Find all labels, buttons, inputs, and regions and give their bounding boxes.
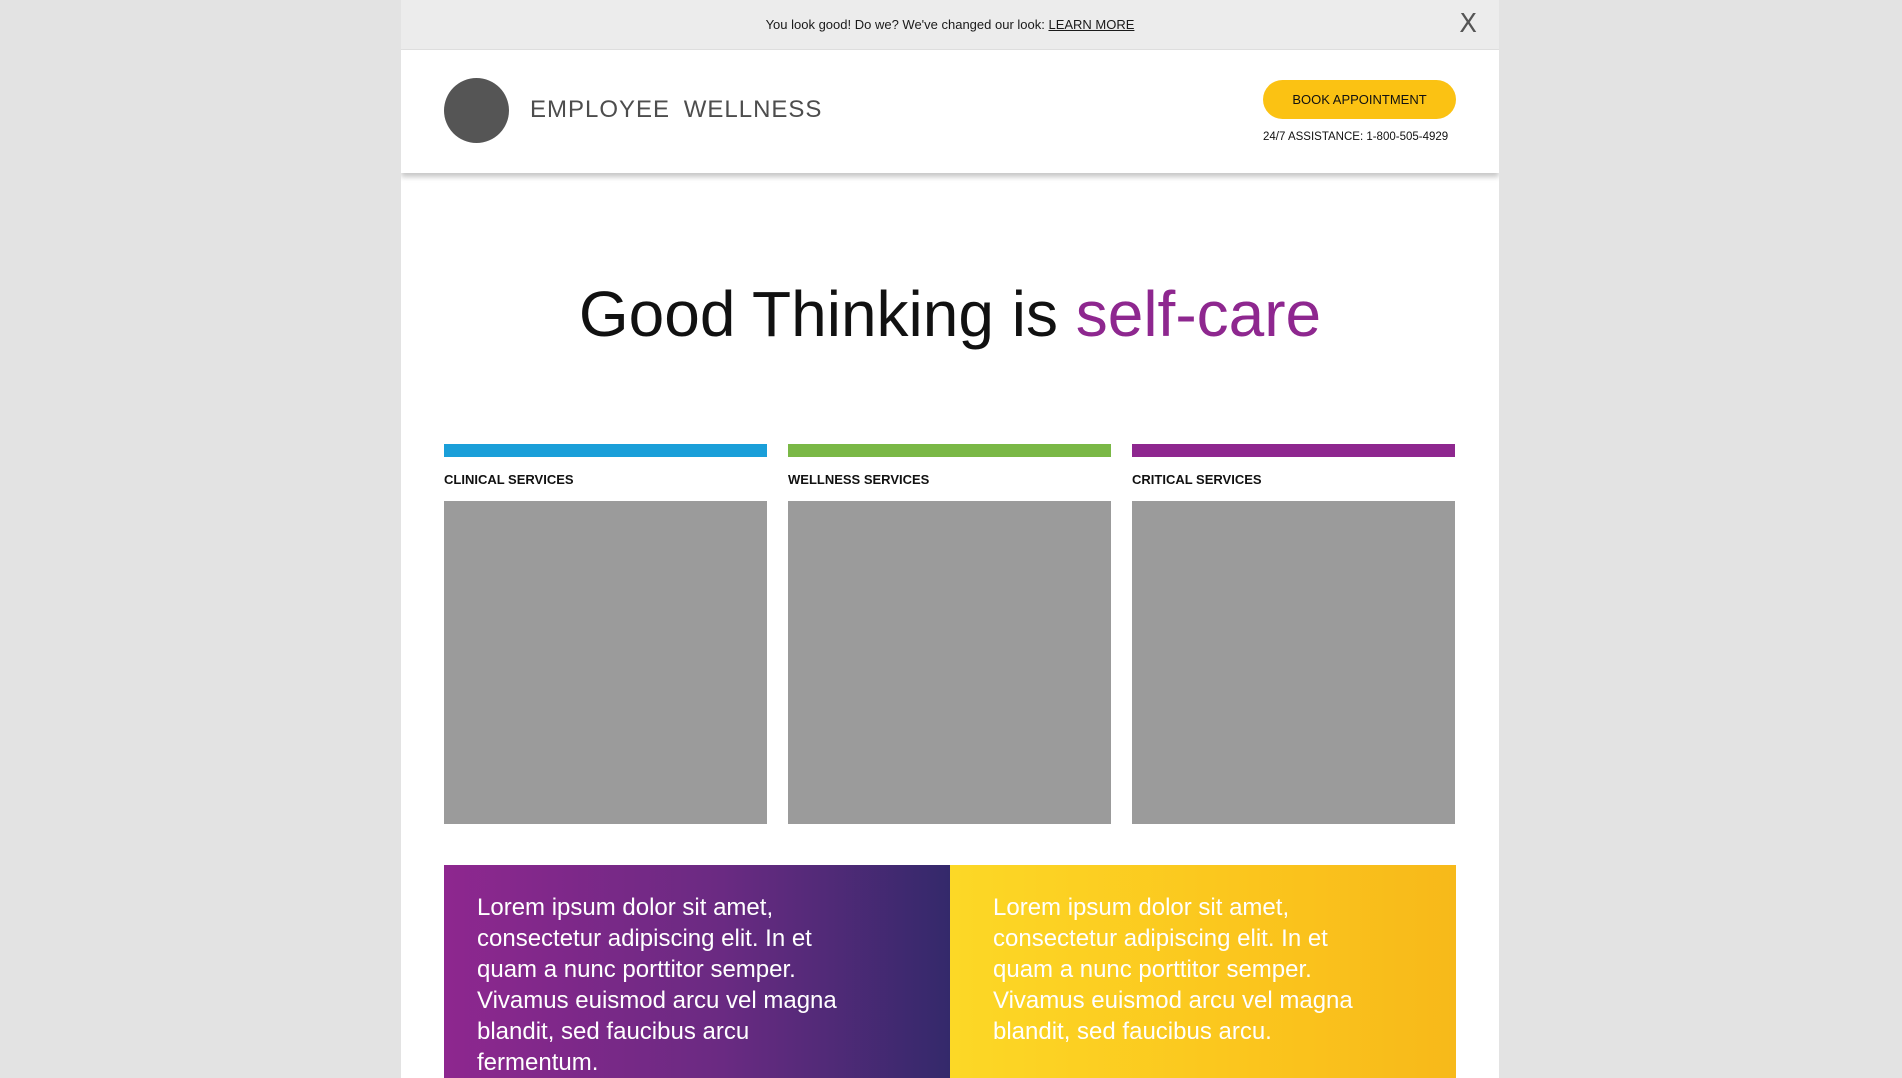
hero-title-main: Good Thinking is bbox=[578, 278, 1076, 350]
page: You look good! Do we? We've changed our … bbox=[401, 0, 1499, 1078]
service-color-bar bbox=[1132, 444, 1455, 457]
brand-name: EMPLOYEE WELLNESS bbox=[530, 96, 823, 123]
assistance-phone: 24/7 ASSISTANCE: 1-800-505-4929 bbox=[1263, 131, 1449, 143]
service-clinical: CLINICAL SERVICES bbox=[444, 444, 767, 824]
logo[interactable] bbox=[444, 78, 509, 143]
promo-text: Lorem ipsum dolor sit amet, consectetur … bbox=[993, 894, 1353, 1045]
book-appointment-button[interactable]: BOOK APPOINTMENT bbox=[1263, 80, 1456, 119]
announcement-bar: You look good! Do we? We've changed our … bbox=[401, 0, 1499, 50]
announcement-text: You look good! Do we? We've changed our … bbox=[401, 17, 1499, 32]
service-title[interactable]: CRITICAL SERVICES bbox=[1132, 472, 1262, 487]
service-title[interactable]: WELLNESS SERVICES bbox=[788, 472, 929, 487]
service-image[interactable] bbox=[788, 501, 1111, 824]
learn-more-link[interactable]: LEARN MORE bbox=[1048, 17, 1134, 32]
service-image[interactable] bbox=[1132, 501, 1455, 824]
service-title[interactable]: CLINICAL SERVICES bbox=[444, 472, 574, 487]
promo-panel-yellow[interactable]: Lorem ipsum dolor sit amet, consectetur … bbox=[950, 865, 1456, 1078]
service-image[interactable] bbox=[444, 501, 767, 824]
promo-text: Lorem ipsum dolor sit amet, consectetur … bbox=[477, 894, 837, 1076]
service-color-bar bbox=[788, 444, 1111, 457]
service-critical: CRITICAL SERVICES bbox=[1132, 444, 1455, 824]
site-header: EMPLOYEE WELLNESS BOOK APPOINTMENT 24/7 … bbox=[401, 50, 1499, 173]
promo-panel-purple[interactable]: Lorem ipsum dolor sit amet, consectetur … bbox=[444, 865, 950, 1078]
hero-title: Good Thinking is self-care bbox=[401, 282, 1499, 346]
close-icon[interactable]: X bbox=[1459, 11, 1477, 37]
service-color-bar bbox=[444, 444, 767, 457]
announcement-message: You look good! Do we? We've changed our … bbox=[765, 17, 1049, 32]
hero-title-accent: self-care bbox=[1075, 278, 1322, 350]
service-wellness: WELLNESS SERVICES bbox=[788, 444, 1111, 824]
